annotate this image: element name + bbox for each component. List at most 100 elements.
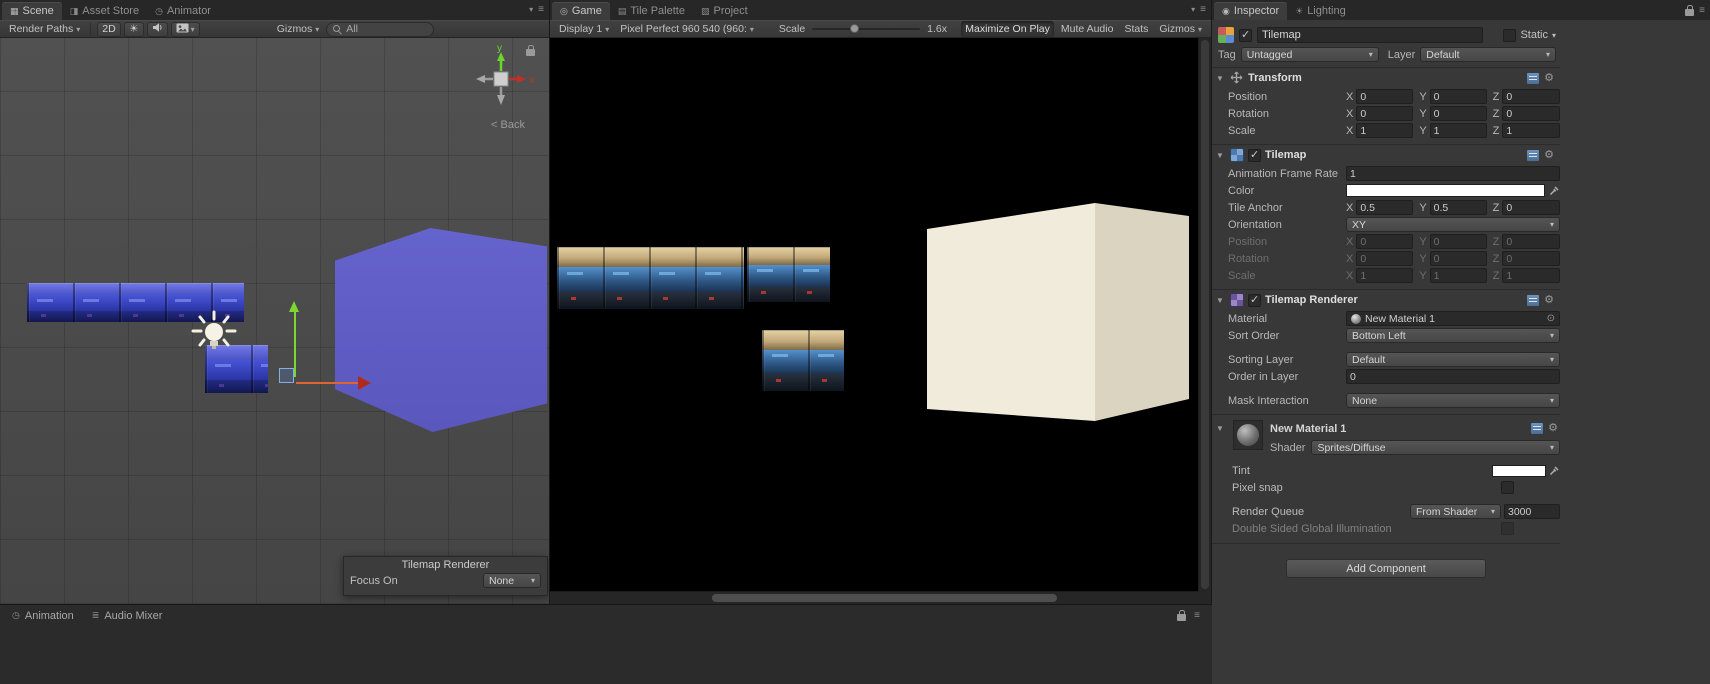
help-icon[interactable] [1527,149,1540,161]
add-component-button[interactable]: Add Component [1286,559,1486,578]
object-picker-icon[interactable]: ⊙ [1547,313,1555,324]
material-object-field[interactable]: New Material 1 ⊙ [1346,311,1560,326]
help-icon[interactable] [1527,72,1540,84]
scene-gizmos-dropdown[interactable]: Gizmos ▾ [273,21,324,37]
render-queue-dropdown[interactable]: From Shader ▾ [1410,504,1501,519]
focus-on-dropdown[interactable]: None ▾ [483,573,541,588]
tag-dropdown[interactable]: Untagged ▾ [1240,47,1379,62]
y-axis-arrow-icon[interactable] [289,301,299,312]
x-field[interactable] [1356,123,1414,138]
material-preview-thumbnail[interactable] [1233,420,1263,450]
gizmo-back-label[interactable]: < Back [476,119,540,131]
panel-menu-icon[interactable]: ≡ [1699,5,1705,16]
maximize-on-play-toggle[interactable]: Maximize On Play [961,21,1054,37]
game-viewport[interactable] [550,38,1211,604]
z-field[interactable] [1502,200,1560,215]
tab-scene[interactable]: ▦ Scene [2,2,62,20]
tab-animation[interactable]: ◷ Animation [4,607,82,624]
tab-tile-palette[interactable]: ▤ Tile Palette [610,2,693,20]
pixel-snap-checkbox[interactable] [1501,481,1514,494]
lock-icon[interactable] [1177,610,1187,621]
aspect-dropdown[interactable]: Pixel Perfect 960 540 (960: ▾ [616,21,758,37]
foldout-icon[interactable]: ▼ [1216,424,1226,455]
move-tool-plane-handle[interactable] [279,368,294,383]
help-icon[interactable] [1531,423,1544,434]
eyedropper-icon[interactable] [1549,465,1560,476]
scene-audio-toggle[interactable] [146,21,168,37]
x-field[interactable] [1356,200,1414,215]
stats-toggle[interactable]: Stats [1120,21,1152,37]
foldout-icon[interactable]: ▼ [1216,296,1226,305]
gear-icon[interactable]: ⚙ [1544,294,1554,306]
render-queue-field[interactable] [1504,504,1560,519]
animation-frame-rate-field[interactable] [1346,166,1560,181]
vertical-scrollbar[interactable] [1198,38,1211,591]
tab-lighting[interactable]: ☀ Lighting [1287,2,1354,20]
scene-lock-button[interactable] [526,44,535,59]
static-dropdown[interactable]: Static ▾ [1503,28,1556,42]
scene-search[interactable] [326,21,435,37]
horizontal-scrollbar-thumb[interactable] [712,594,1057,602]
scale-slider[interactable] [812,24,921,33]
tab-project[interactable]: ▧ Project [693,2,756,20]
neg-x-axis-cone-icon[interactable] [476,75,485,83]
layer-dropdown[interactable]: Default ▾ [1420,47,1556,62]
gear-icon[interactable]: ⚙ [1548,423,1558,434]
x-axis-arrow-icon[interactable] [358,376,371,390]
scene-viewport[interactable]: y x < Back Tilemap Renderer Focus On Non… [0,38,549,604]
scene-lighting-toggle[interactable]: ☀ [123,21,144,37]
y-field[interactable] [1429,200,1487,215]
tab-inspector[interactable]: ◉ Inspector [1214,2,1288,20]
sorting-layer-dropdown[interactable]: Default ▾ [1346,352,1560,367]
z-field[interactable] [1502,89,1560,104]
x-axis-cone-icon[interactable] [517,75,526,83]
slider-handle[interactable] [850,24,860,33]
lock-icon[interactable] [1685,5,1695,16]
color-swatch[interactable] [1346,184,1545,197]
active-checkbox[interactable] [1239,28,1252,42]
y-field[interactable] [1429,89,1487,104]
gear-icon[interactable]: ⚙ [1544,72,1554,84]
gizmo-center-cube[interactable] [493,71,509,87]
static-checkbox[interactable] [1503,28,1517,42]
component-enabled-checkbox[interactable] [1248,293,1261,307]
component-enabled-checkbox[interactable] [1248,148,1261,162]
chevron-down-icon[interactable]: ▾ [1191,5,1195,14]
horizontal-scrollbar[interactable] [550,591,1198,604]
orientation-dropdown[interactable]: XY ▾ [1346,217,1560,232]
foldout-icon[interactable]: ▼ [1216,151,1226,160]
2d-toggle-button[interactable]: 2D [97,21,121,37]
tint-color-swatch[interactable] [1492,464,1546,477]
foldout-icon[interactable]: ▼ [1216,74,1226,83]
vertical-scrollbar-thumb[interactable] [1201,40,1209,589]
z-field[interactable] [1502,123,1560,138]
render-paths-dropdown[interactable]: Render Paths ▾ [5,21,84,37]
panel-menu-icon[interactable]: ≡ [1200,4,1206,15]
mask-interaction-dropdown[interactable]: None ▾ [1346,393,1560,408]
display-dropdown[interactable]: Display 1 ▾ [555,21,613,37]
scene-effects-dropdown[interactable]: ▾ [170,21,200,37]
chevron-down-icon[interactable]: ▾ [529,5,533,14]
help-icon[interactable] [1527,294,1540,306]
z-field[interactable] [1502,106,1560,121]
tab-game[interactable]: ◎ Game [552,2,610,20]
eyedropper-icon[interactable] [1549,185,1560,196]
search-input[interactable] [346,23,411,35]
x-field[interactable] [1356,89,1414,104]
tab-audio-mixer[interactable]: ≣ Audio Mixer [84,607,171,624]
tab-animator[interactable]: ◷ Animator [147,2,219,20]
mute-audio-toggle[interactable]: Mute Audio [1057,21,1118,37]
y-field[interactable] [1429,123,1487,138]
neg-y-axis-cone-icon[interactable] [497,95,505,105]
game-gizmos-dropdown[interactable]: Gizmos ▾ [1155,21,1206,37]
sort-order-dropdown[interactable]: Bottom Left ▾ [1346,328,1560,343]
object-name-field[interactable] [1257,27,1483,43]
panel-menu-icon[interactable]: ≡ [538,4,544,15]
y-field[interactable] [1429,106,1487,121]
tab-asset-store[interactable]: ◨ Asset Store [62,2,147,20]
panel-menu-icon[interactable]: ≡ [1194,610,1200,621]
shader-dropdown[interactable]: Sprites/Diffuse ▾ [1311,440,1560,455]
order-in-layer-field[interactable] [1346,369,1560,384]
x-field[interactable] [1356,106,1414,121]
gear-icon[interactable]: ⚙ [1544,149,1554,161]
